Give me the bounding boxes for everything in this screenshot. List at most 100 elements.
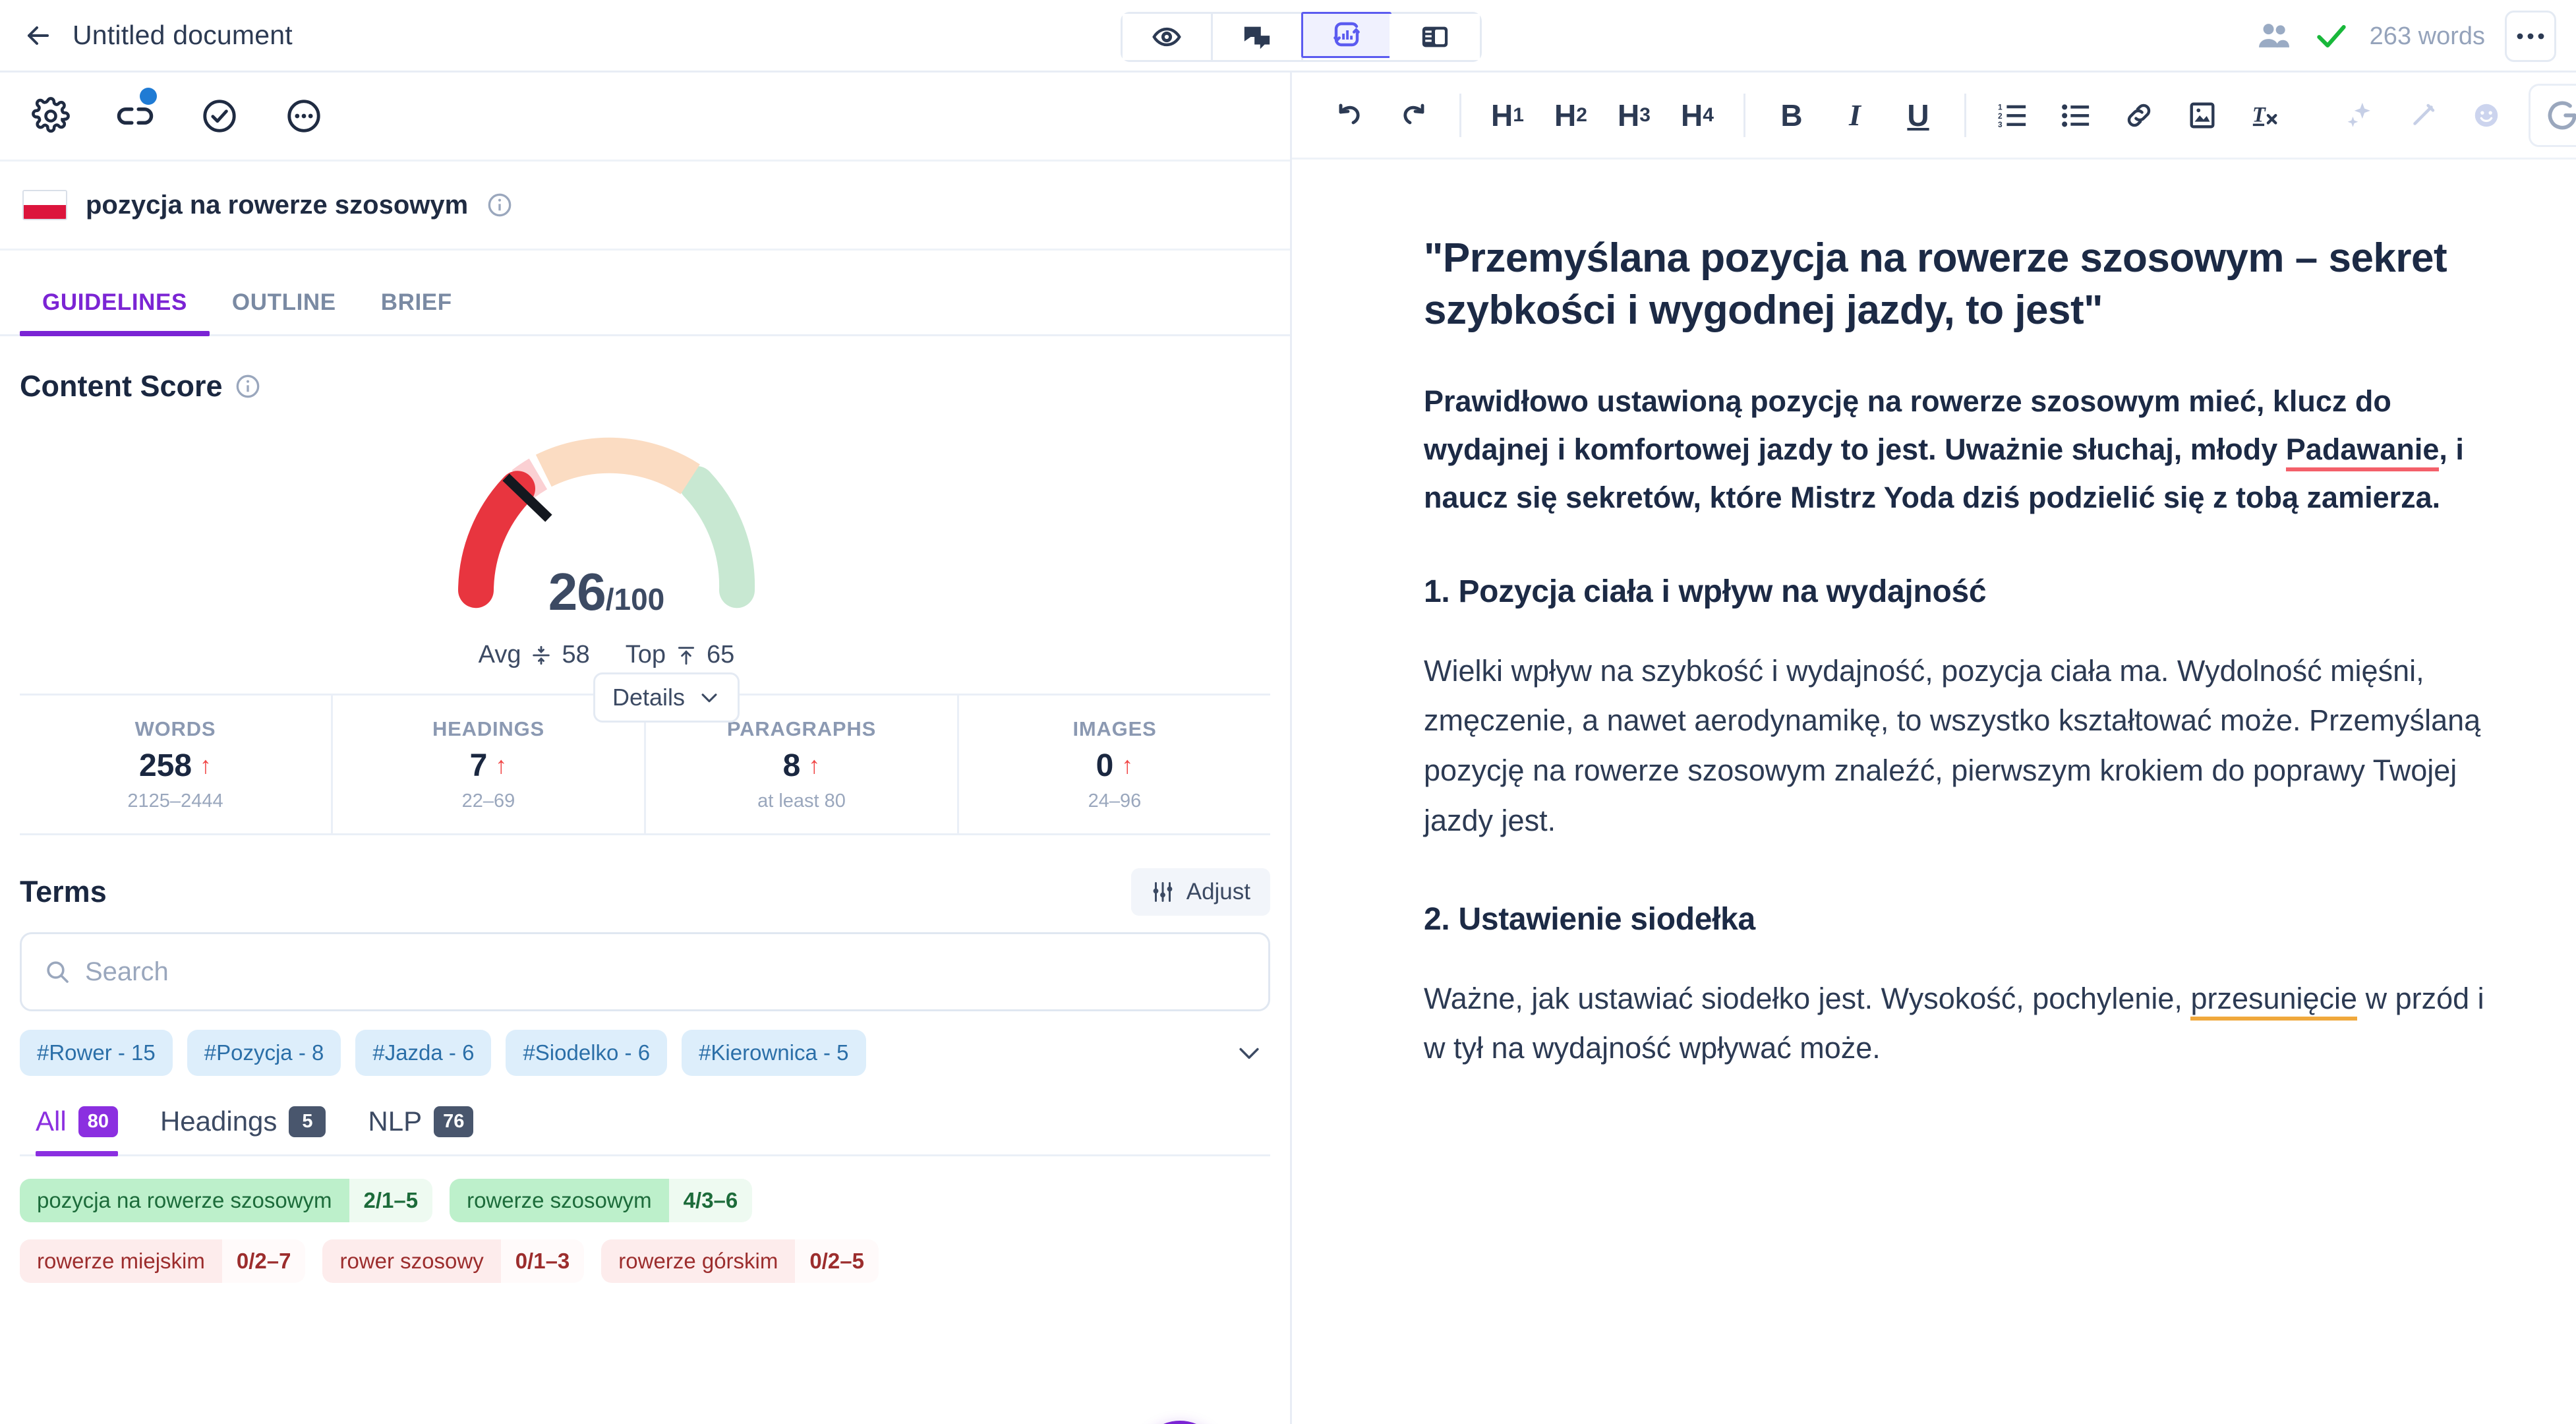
image-button[interactable] xyxy=(2171,84,2234,147)
sub-tab-label: NLP xyxy=(368,1106,423,1137)
term-pill[interactable]: pozycja na rowerze szosowym 2/1–5 xyxy=(20,1179,433,1222)
term-pill[interactable]: rowerze górskim 0/2–5 xyxy=(601,1239,879,1283)
more-options-button[interactable] xyxy=(2505,11,2556,62)
tab-guidelines[interactable]: GUIDELINES xyxy=(20,289,210,336)
tab-brief[interactable]: BRIEF xyxy=(359,289,475,334)
details-button[interactable]: Details xyxy=(593,672,740,723)
document-h2-1[interactable]: 1. Pozycja ciała i wpływ na wydajność xyxy=(1424,572,2505,612)
bold-button[interactable]: B xyxy=(1760,84,1823,147)
content-score-icon xyxy=(1333,22,1360,47)
stat-label: WORDS xyxy=(134,717,216,740)
avg-value: 58 xyxy=(562,641,590,668)
term-chip[interactable]: #Rower - 15 xyxy=(20,1030,173,1076)
info-icon[interactable] xyxy=(235,373,261,400)
heading-2-button[interactable]: H2 xyxy=(1539,84,1602,147)
document-h2-2[interactable]: 2. Ustawienie siodełka xyxy=(1424,899,2505,940)
heading-4-button[interactable]: H4 xyxy=(1666,84,1729,147)
document-title[interactable]: Untitled document xyxy=(73,20,293,51)
left-more-button[interactable] xyxy=(278,90,330,142)
stat-range: at least 80 xyxy=(757,790,846,812)
term-chip[interactable]: #Kierownica - 5 xyxy=(682,1030,866,1076)
term-pill[interactable]: rower szosowy 0/1–3 xyxy=(322,1239,585,1283)
link-button[interactable] xyxy=(2107,84,2171,147)
italic-button[interactable]: I xyxy=(1823,84,1887,147)
stat-value: 7 xyxy=(469,748,488,783)
content-score-header: Content Score xyxy=(20,336,1270,410)
grammar-warning-przesuniecie[interactable]: przesunięcie xyxy=(2190,981,2358,1021)
top-label: Top xyxy=(625,641,666,668)
stat-range: 2125–2444 xyxy=(127,790,223,812)
spelling-error-padawanie[interactable]: Padawanie xyxy=(2285,432,2440,471)
help-button[interactable]: ? xyxy=(1137,1421,1223,1424)
svg-text:3: 3 xyxy=(1998,120,2003,129)
ordered-list-button[interactable]: 1 2 3 xyxy=(1981,84,2044,147)
chevron-down-icon[interactable] xyxy=(1235,1038,1264,1067)
divide-icon xyxy=(533,645,550,665)
document-content: "Przemyślana pozycja na rowerze szosowym… xyxy=(1424,232,2505,1073)
info-icon[interactable] xyxy=(486,192,513,218)
panel-layout-icon xyxy=(1422,26,1448,47)
stat-label: HEADINGS xyxy=(432,717,545,740)
comments-view-button[interactable] xyxy=(1213,14,1303,60)
terms-header: Terms Adjust xyxy=(20,835,1270,932)
document-paragraph-1[interactable]: Wielki wpływ na szybkość i wydajność, po… xyxy=(1424,646,2505,845)
stat-value: 258 xyxy=(138,748,192,783)
ellipsis-icon xyxy=(2517,33,2544,40)
redo-button[interactable] xyxy=(1382,84,1445,147)
ai-pen-button[interactable] xyxy=(2391,84,2455,147)
stat-images: IMAGES 0 ↑ 24–96 xyxy=(959,696,1270,833)
back-button[interactable] xyxy=(17,15,59,57)
analytics-view-button[interactable] xyxy=(1301,12,1391,58)
term-count: 4/3–6 xyxy=(668,1179,753,1222)
term-pill[interactable]: rowerze miejskim 0/2–7 xyxy=(20,1239,306,1283)
content-score-title: Content Score xyxy=(20,369,223,403)
target-keyword: pozycja na rowerze szosowym xyxy=(86,190,469,220)
underline-button[interactable]: U xyxy=(1887,84,1950,147)
stat-value-group: 0 ↑ xyxy=(1096,748,1134,784)
settings-button[interactable] xyxy=(25,90,76,142)
heading-3-button[interactable]: H3 xyxy=(1602,84,1666,147)
undo-button[interactable] xyxy=(1318,84,1382,147)
content-score-value: 26 xyxy=(548,562,606,621)
term-pill[interactable]: rowerze szosowym 4/3–6 xyxy=(450,1179,753,1222)
bullet-list-button[interactable] xyxy=(2044,84,2107,147)
term-count: 2/1–5 xyxy=(349,1179,433,1222)
emoji-button[interactable] xyxy=(2455,84,2518,147)
terms-title: Terms xyxy=(20,875,107,908)
h3-icon: 3 xyxy=(1639,104,1651,126)
content-score-value-group: 26/100 xyxy=(422,562,791,622)
ai-sparkle-button[interactable] xyxy=(2328,84,2391,147)
check-icon xyxy=(2316,24,2346,48)
term-chip[interactable]: #Jazda - 6 xyxy=(355,1030,492,1076)
sub-tab-headings[interactable]: Headings 5 xyxy=(144,1106,352,1154)
word-count: 263 words xyxy=(2369,22,2485,50)
stat-value-group: 8 ↑ xyxy=(783,748,821,784)
trend-up-icon: ↑ xyxy=(200,752,212,779)
sub-tab-count: 80 xyxy=(78,1106,118,1137)
terms-search-box[interactable]: Search xyxy=(20,932,1270,1011)
document-lead-paragraph[interactable]: Prawidłowo ustawioną pozycję na rowerze … xyxy=(1424,378,2505,522)
avg-label: Avg xyxy=(478,641,521,668)
term-chip[interactable]: #Siodelko - 6 xyxy=(506,1030,668,1076)
stat-value-group: 7 ↑ xyxy=(470,748,508,784)
document-paragraph-2[interactable]: Ważne, jak ustawiać siodełko jest. Wysok… xyxy=(1424,974,2505,1073)
check-circle-button[interactable] xyxy=(194,90,245,142)
tab-outline[interactable]: OUTLINE xyxy=(210,289,359,334)
term-name: rowerze miejskim xyxy=(20,1239,222,1283)
view-switch xyxy=(1121,12,1482,62)
link-button[interactable] xyxy=(109,88,161,142)
sub-tab-all[interactable]: All 80 xyxy=(20,1106,144,1156)
layout-view-button[interactable] xyxy=(1390,14,1480,60)
preview-view-button[interactable] xyxy=(1123,14,1213,60)
sub-tab-nlp[interactable]: NLP 76 xyxy=(352,1106,500,1154)
heading-1-button[interactable]: H1 xyxy=(1476,84,1539,147)
clear-format-button[interactable]: T xyxy=(2234,84,2297,147)
people-icon[interactable] xyxy=(2255,17,2293,55)
grammarly-button[interactable] xyxy=(2529,83,2576,147)
document-h1[interactable]: "Przemyślana pozycja na rowerze szosowym… xyxy=(1424,232,2505,337)
document-editor[interactable]: "Przemyślana pozycja na rowerze szosowym… xyxy=(1292,160,2576,1424)
adjust-button[interactable]: Adjust xyxy=(1130,868,1270,916)
term-chip[interactable]: #Pozycja - 8 xyxy=(187,1030,341,1076)
arrow-up-bar-icon xyxy=(678,646,695,665)
body-row: pozycja na rowerze szosowym GUIDELINES O… xyxy=(0,73,2576,1424)
